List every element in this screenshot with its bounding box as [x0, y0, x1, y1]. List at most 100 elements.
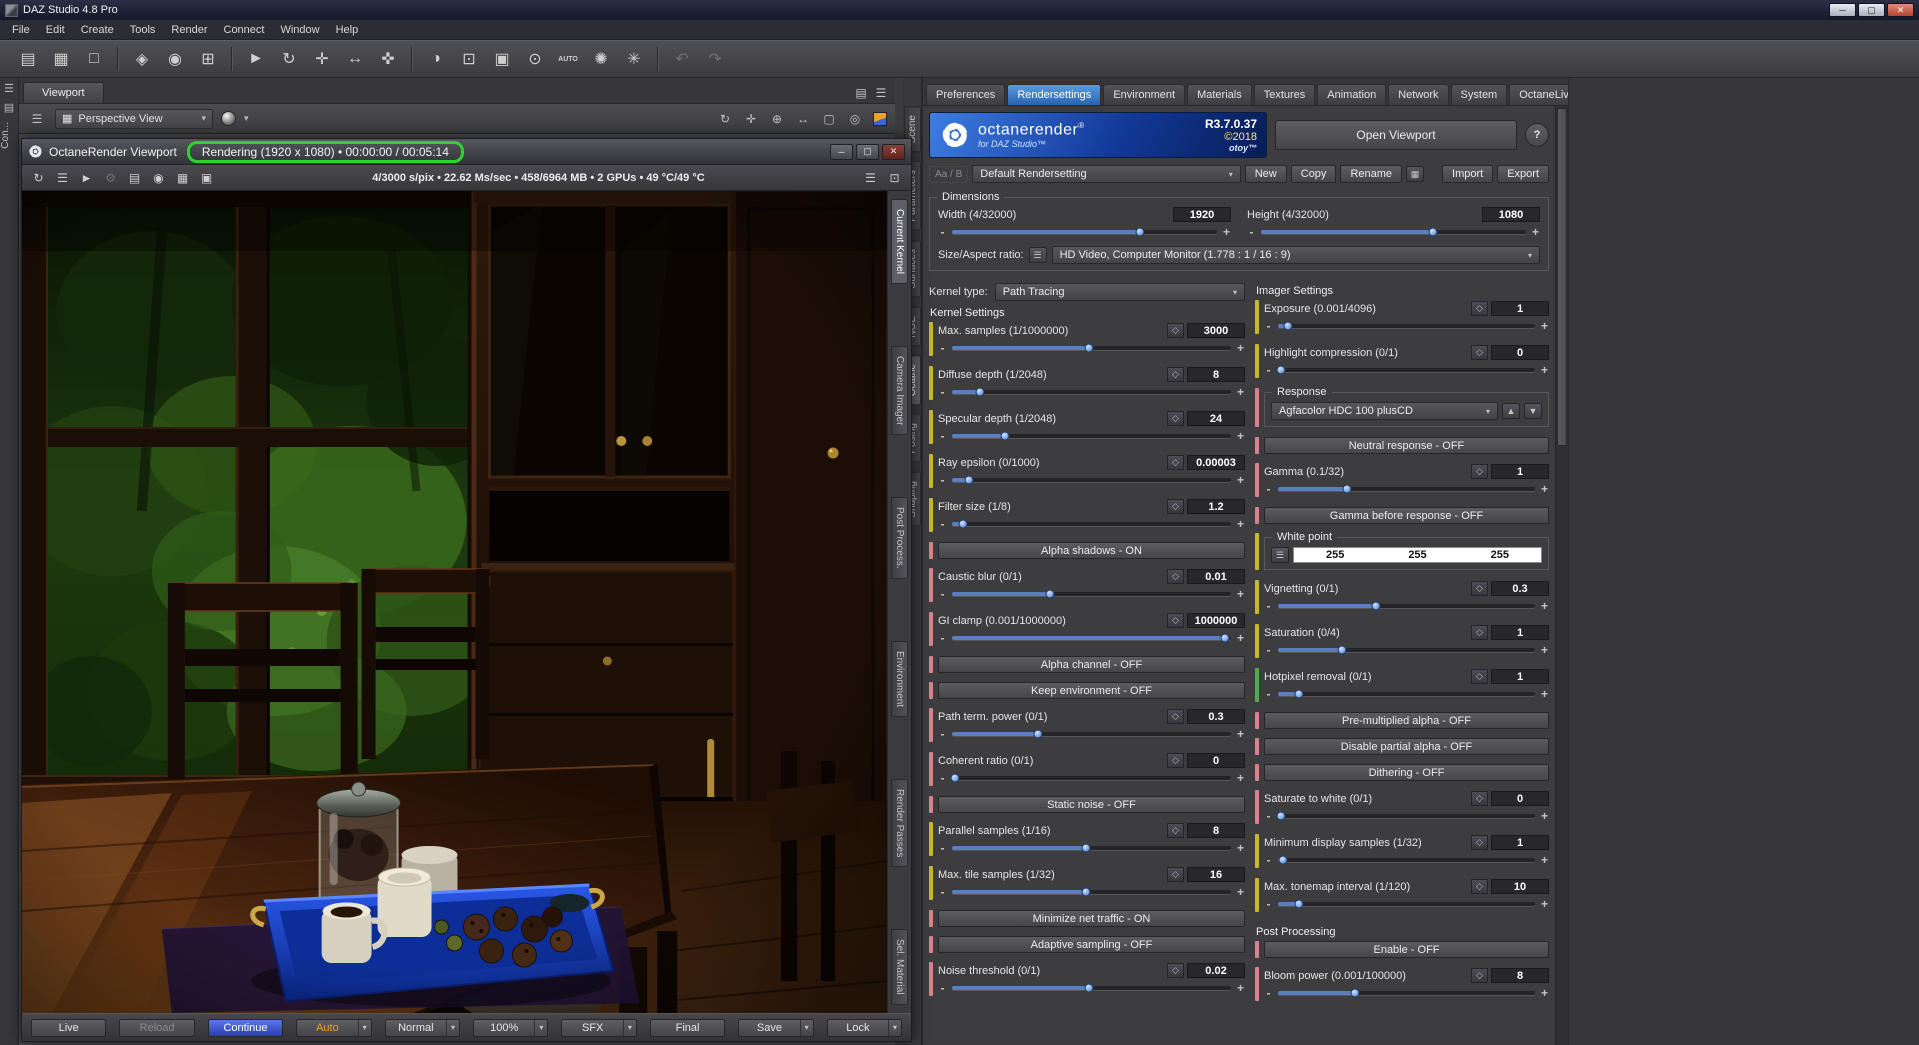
open-viewport-button[interactable]: Open Viewport [1275, 120, 1517, 150]
render-log-icon[interactable]: ☰ [860, 167, 881, 188]
scale-tool-icon[interactable]: ↔ [341, 45, 369, 73]
param-link-icon[interactable]: ◇ [1471, 581, 1488, 596]
param-link-icon[interactable]: ◇ [1167, 709, 1184, 724]
slider-increment[interactable]: + [1540, 809, 1549, 823]
slider-decrement[interactable]: - [938, 771, 947, 785]
open-file-icon[interactable]: ▤ [14, 45, 42, 73]
octane-section-tab-environment[interactable]: Environment [891, 641, 908, 718]
render-viewport[interactable] [22, 191, 887, 1013]
render-options-icon[interactable]: ☰ [52, 167, 73, 188]
aspect-ratio-select[interactable]: HD Video, Computer Monitor (1.778 : 1 / … [1051, 246, 1540, 264]
slider-decrement[interactable]: - [1264, 809, 1273, 823]
live-button[interactable]: Live [31, 1018, 107, 1037]
scrollbar-thumb[interactable] [1557, 108, 1567, 447]
slider-knob[interactable] [1337, 645, 1347, 654]
param-link-icon[interactable]: ◇ [1471, 345, 1488, 360]
slider-track[interactable] [1278, 988, 1535, 997]
slider-decrement[interactable]: - [938, 631, 947, 645]
slider-knob[interactable] [1081, 843, 1091, 852]
slider-track[interactable] [952, 887, 1231, 896]
octane-section-tab-post-process[interactable]: Post Process. [891, 497, 908, 580]
save-file-icon[interactable]: ▦ [47, 45, 75, 73]
slider-increment[interactable]: + [1531, 225, 1540, 239]
toggle-neutral-response-off[interactable]: Neutral response - OFF [1264, 437, 1549, 454]
slider-track[interactable] [952, 227, 1217, 236]
slider-knob[interactable] [1371, 601, 1381, 610]
slider-increment[interactable]: + [1236, 517, 1245, 531]
slider-decrement[interactable]: - [1264, 853, 1273, 867]
slider-track[interactable] [1278, 484, 1535, 493]
param-value[interactable]: 1 [1491, 301, 1549, 316]
tab-network[interactable]: Network [1388, 84, 1449, 105]
render-icon[interactable]: ⊙ [521, 45, 549, 73]
material-ball-icon[interactable]: ◉ [148, 167, 169, 188]
param-value[interactable]: 0.02 [1187, 963, 1245, 978]
param-link-icon[interactable]: ◇ [1167, 323, 1184, 338]
param-value[interactable]: 1 [1491, 835, 1549, 850]
reload-button[interactable]: Reload [119, 1018, 195, 1037]
new-button[interactable]: New [1244, 165, 1287, 183]
slider-increment[interactable]: + [1236, 429, 1245, 443]
toggle-alpha-shadows-on[interactable]: Alpha shadows - ON [938, 542, 1245, 559]
slider-knob[interactable] [958, 519, 968, 528]
pane-grid-icon[interactable]: ▤ [851, 83, 871, 103]
param-value[interactable]: 0.00003 [1187, 455, 1245, 470]
slider-track[interactable] [952, 633, 1231, 642]
param-value[interactable]: 10 [1491, 879, 1549, 894]
response-prev-button[interactable]: ▲ [1502, 403, 1520, 419]
slider-decrement[interactable]: - [1264, 986, 1273, 1000]
slider-knob[interactable] [1084, 343, 1094, 352]
camera-select[interactable]: ▦ Perspective View ▾ [55, 108, 213, 129]
response-select[interactable]: Agfacolor HDC 100 plusCD ▾ [1271, 402, 1498, 420]
puppeteer-icon[interactable]: ◉ [161, 45, 189, 73]
slider-increment[interactable]: + [1540, 687, 1549, 701]
slider-decrement[interactable]: - [938, 385, 947, 399]
slider-track[interactable] [1278, 899, 1535, 908]
copy-button[interactable]: Copy [1290, 165, 1337, 183]
param-link-icon[interactable]: ◇ [1471, 625, 1488, 640]
slider-increment[interactable]: + [1236, 981, 1245, 995]
param-value[interactable]: 0 [1491, 345, 1549, 360]
param-value[interactable]: 8 [1187, 823, 1245, 838]
octane-maximize-button[interactable]: ▢ [856, 143, 879, 160]
slider-track[interactable] [952, 519, 1231, 528]
minimize-button[interactable]: ─ [1829, 3, 1856, 17]
slider-increment[interactable]: + [1236, 587, 1245, 601]
param-value[interactable]: 0.3 [1187, 709, 1245, 724]
import-button[interactable]: Import [1442, 165, 1494, 183]
param-value[interactable]: 1.2 [1187, 499, 1245, 514]
subsample-grid-icon[interactable]: ▦ [172, 167, 193, 188]
universal-tool-icon[interactable]: ✜ [374, 45, 402, 73]
frame-tool-icon[interactable]: ▢ [819, 109, 839, 129]
slider-decrement[interactable]: - [1264, 482, 1273, 496]
slider-knob[interactable] [1283, 321, 1293, 330]
preset-options-icon[interactable]: ▦ [1406, 166, 1425, 182]
param-value[interactable]: 3000 [1187, 323, 1245, 338]
octane-settings-icon[interactable]: ✳ [620, 45, 648, 73]
toggle-gamma-before-response-off[interactable]: Gamma before response - OFF [1264, 507, 1549, 524]
toggle-disable-partial-alpha-off[interactable]: Disable partial alpha - OFF [1264, 738, 1549, 755]
slider-knob[interactable] [964, 475, 974, 484]
timeline-icon[interactable]: ⊞ [194, 45, 222, 73]
param-link-icon[interactable]: ◇ [1167, 753, 1184, 768]
slider-decrement[interactable]: - [1264, 599, 1273, 613]
param-link-icon[interactable]: ◇ [1167, 963, 1184, 978]
slider-increment[interactable]: + [1540, 986, 1549, 1000]
pane-dock-icon[interactable]: ▤ [1, 99, 18, 116]
param-link-icon[interactable]: ◇ [1167, 823, 1184, 838]
toggle-pre-multiplied-alpha-off[interactable]: Pre-multiplied alpha - OFF [1264, 712, 1549, 729]
orbit-tool-icon[interactable]: ↻ [715, 109, 735, 129]
drawstyle-chevron-icon[interactable]: ▾ [244, 113, 249, 124]
slider-knob[interactable] [1045, 589, 1055, 598]
toggle-static-noise-off[interactable]: Static noise - OFF [938, 796, 1245, 813]
slider-knob[interactable] [1350, 988, 1360, 997]
param-link-icon[interactable]: ◇ [1471, 879, 1488, 894]
auto-button[interactable]: Auto ▾ [296, 1018, 372, 1037]
lock-button[interactable]: Lock ▾ [826, 1018, 903, 1037]
menu-help[interactable]: Help [328, 22, 367, 38]
slider-increment[interactable]: + [1540, 897, 1549, 911]
slider-knob[interactable] [1081, 887, 1091, 896]
slider-increment[interactable]: + [1540, 319, 1549, 333]
slider-knob[interactable] [1000, 431, 1010, 440]
region-tool-icon[interactable]: ⊡ [455, 45, 483, 73]
